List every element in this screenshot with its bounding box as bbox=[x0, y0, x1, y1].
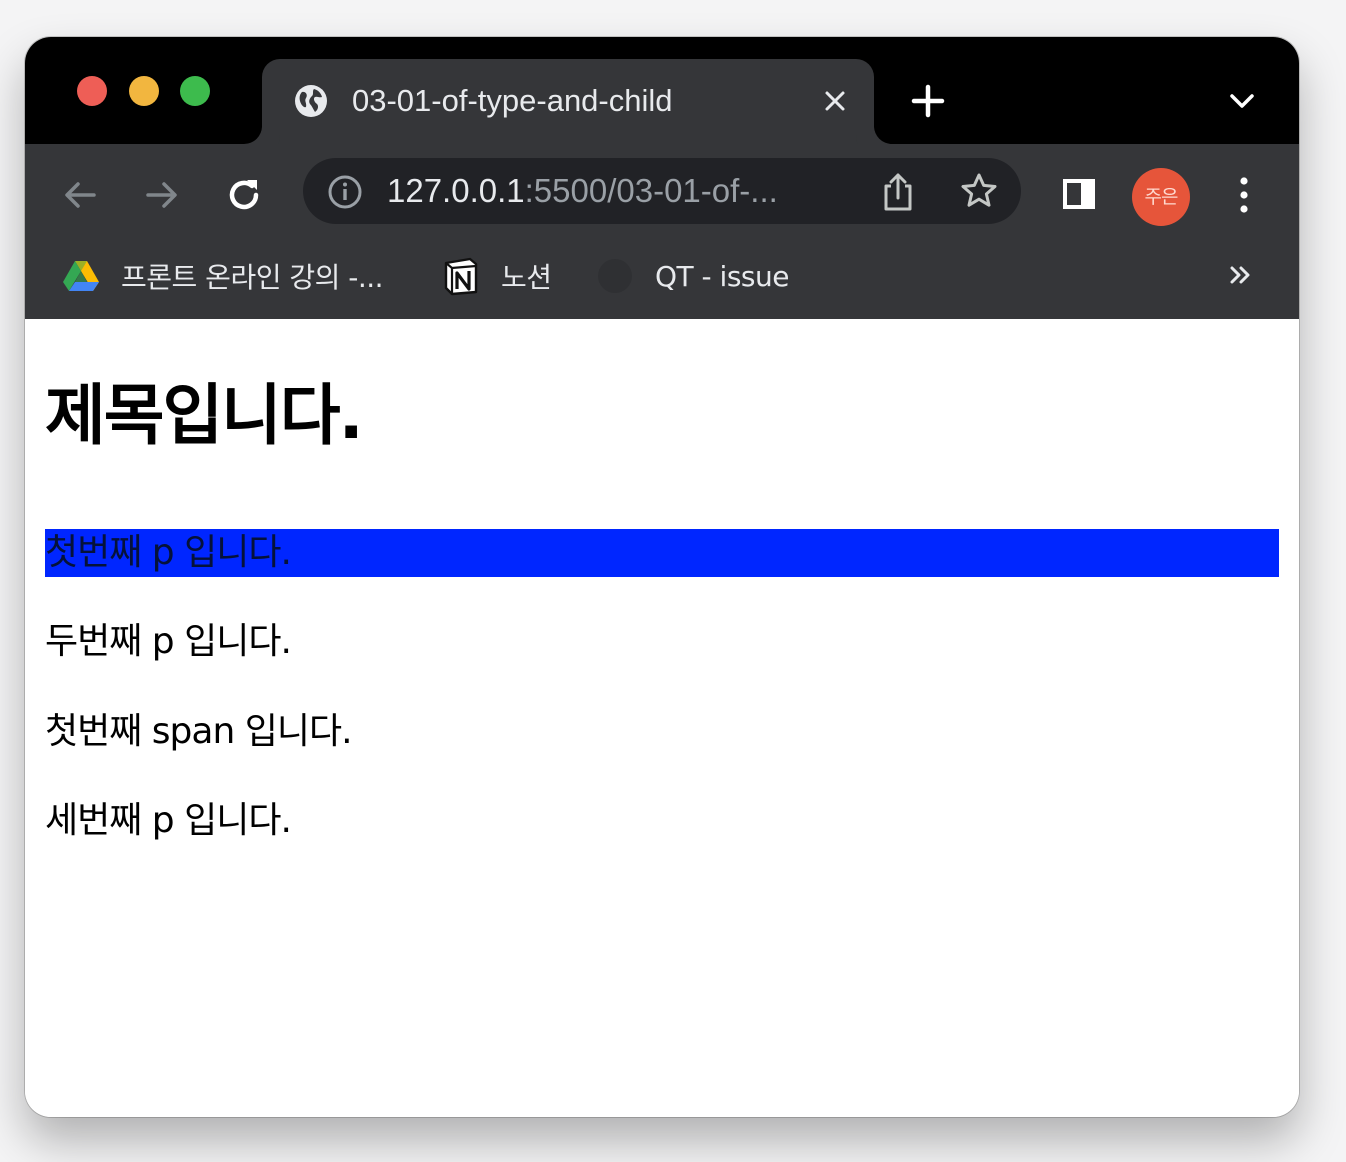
paragraph-third: 세번째 p 입니다. bbox=[45, 800, 292, 841]
address-bar[interactable]: 127.0.0.1:5500/03-01-of-... bbox=[303, 158, 1021, 224]
browser-toolbar: 127.0.0.1:5500/03-01-of-... 주은 bbox=[25, 144, 1299, 239]
forward-arrow-icon[interactable] bbox=[142, 175, 182, 215]
chevron-double-right-icon[interactable] bbox=[1228, 261, 1252, 289]
more-menu-icon[interactable] bbox=[1234, 174, 1254, 216]
bookmark-item[interactable]: QT - issue bbox=[595, 251, 789, 301]
info-icon[interactable] bbox=[327, 174, 363, 210]
tab-active[interactable]: 03-01-of-type-and-child bbox=[262, 59, 874, 144]
bookmark-label: 프론트 온라인 강의 -... bbox=[121, 261, 384, 294]
notion-icon bbox=[444, 257, 478, 296]
url-host: 127.0.0.1 bbox=[387, 172, 525, 209]
chevron-down-icon[interactable] bbox=[1227, 88, 1257, 114]
close-tab-icon[interactable] bbox=[820, 86, 850, 116]
blank-favicon-icon bbox=[598, 259, 632, 293]
close-window-button[interactable] bbox=[77, 76, 107, 106]
globe-icon bbox=[295, 85, 327, 117]
url-text[interactable]: 127.0.0.1:5500/03-01-of-... bbox=[387, 168, 778, 214]
bookmarks-bar: 프론트 온라인 강의 -... 노션 QT - issue bbox=[25, 239, 1299, 319]
profile-avatar[interactable]: 주은 bbox=[1132, 168, 1190, 226]
url-path: :5500/03-01-of-... bbox=[524, 172, 778, 209]
google-drive-icon bbox=[63, 261, 99, 291]
bookmark-label: 노션 bbox=[501, 261, 552, 294]
bookmark-item[interactable]: 프론트 온라인 강의 -... bbox=[61, 251, 384, 301]
share-icon[interactable] bbox=[879, 171, 917, 213]
reload-icon[interactable] bbox=[223, 174, 265, 216]
paragraph-first-highlighted: 첫번째 p 입니다. bbox=[45, 529, 1279, 577]
maximize-window-button[interactable] bbox=[180, 76, 210, 106]
paragraph-second: 두번째 p 입니다. bbox=[45, 621, 292, 662]
new-tab-icon[interactable] bbox=[910, 83, 946, 119]
page-title: 제목입니다. bbox=[45, 377, 364, 454]
bookmark-item[interactable]: 노션 bbox=[441, 251, 552, 301]
tab-strip: 03-01-of-type-and-child bbox=[25, 37, 1299, 144]
star-icon[interactable] bbox=[959, 171, 999, 211]
span-first: 첫번째 span 입니다. bbox=[45, 711, 353, 752]
side-panel-icon[interactable] bbox=[1059, 174, 1099, 214]
bookmark-label: QT - issue bbox=[655, 259, 789, 293]
back-arrow-icon[interactable] bbox=[60, 175, 100, 215]
browser-window: 03-01-of-type-and-child 127.0.0.1:5500/0… bbox=[25, 37, 1299, 1117]
tab-title: 03-01-of-type-and-child bbox=[352, 83, 673, 118]
minimize-window-button[interactable] bbox=[129, 76, 159, 106]
page-content: 제목입니다. 첫번째 p 입니다. 두번째 p 입니다. 첫번째 span 입니… bbox=[25, 319, 1299, 1117]
